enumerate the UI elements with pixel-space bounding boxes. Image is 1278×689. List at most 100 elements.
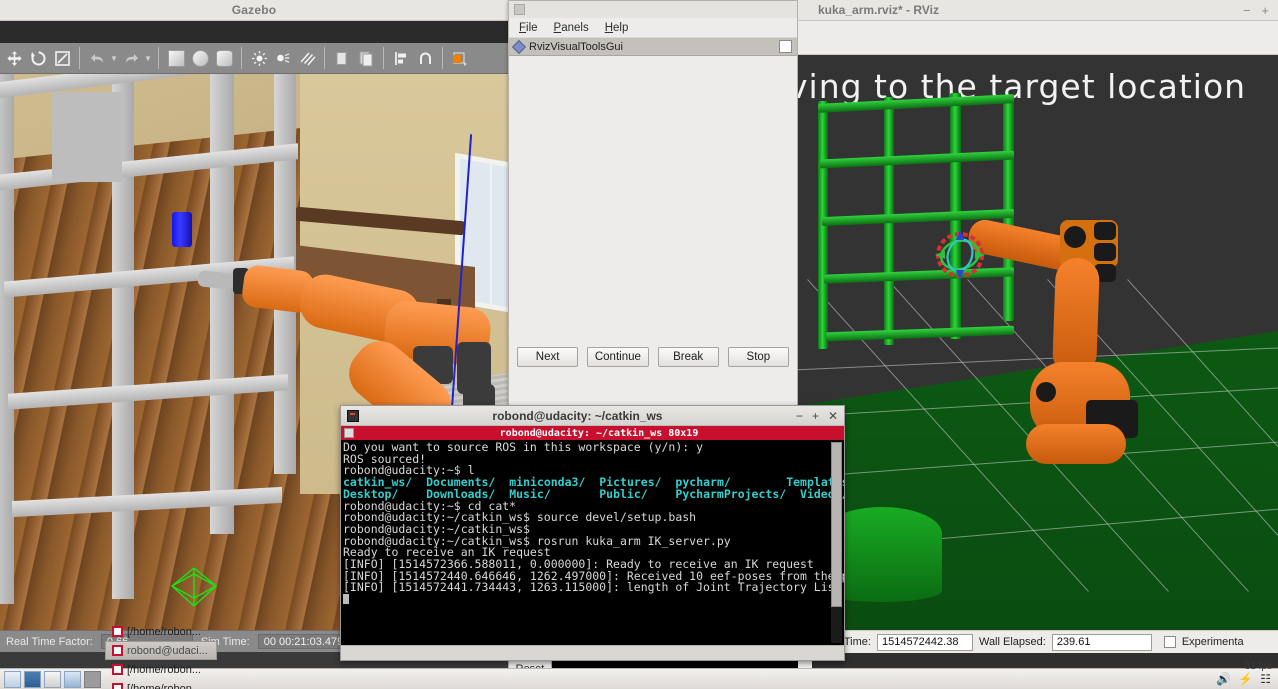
rviz-status-bar: all Time: 1514572442.38 Wall Elapsed: 23… — [798, 630, 1278, 653]
gazebo-title: Gazebo — [231, 3, 277, 17]
interactive-marker-6dof[interactable] — [935, 230, 985, 280]
window-list-icon[interactable] — [44, 670, 61, 688]
window-icon — [514, 4, 525, 15]
panel-name-label: RvizVisualToolsGui — [529, 40, 623, 53]
spot-light-icon[interactable] — [271, 46, 295, 70]
toolbar-separator — [241, 47, 242, 69]
rviz-minimize-button[interactable]: − — [1243, 3, 1251, 18]
taskbar-item[interactable]: [/home/robon... — [105, 622, 217, 641]
rviz-window: kuka_arm.rviz* - RViz − + ving to the ta… — [798, 0, 1278, 668]
taskbar-item[interactable]: [/home/robon... — [105, 660, 217, 679]
scale-icon[interactable] — [50, 46, 74, 70]
origin-axis-marker — [168, 566, 220, 608]
rotate-icon[interactable] — [26, 46, 50, 70]
terminal-scrollbar-thumb[interactable] — [831, 442, 842, 607]
power-icon[interactable]: ⚡ — [1238, 672, 1253, 686]
terminal-icon — [112, 683, 123, 689]
fps-counter: 31 fps — [1244, 661, 1272, 672]
terminal-close-button[interactable]: ✕ — [828, 409, 838, 423]
toolbar-separator — [324, 47, 325, 69]
continue-button[interactable]: Continue — [587, 347, 649, 367]
rviz-kuka-robot-arm[interactable] — [965, 210, 1198, 490]
panel-diamond-icon — [511, 39, 527, 54]
terminal-cursor — [343, 594, 349, 605]
next-button[interactable]: Next — [517, 347, 579, 367]
terminal-icon — [347, 409, 359, 422]
real-time-factor-label: Real Time Factor: — [6, 635, 93, 648]
stop-button[interactable]: Stop — [727, 347, 789, 367]
rviz-toolbar[interactable] — [798, 21, 1278, 55]
taskbar-item-label: [/home/robon... — [127, 625, 201, 638]
sphere-icon[interactable] — [188, 46, 212, 70]
terminal-tab-label[interactable]: robond@udacity: ~/catkin_ws 80x19 — [354, 428, 844, 439]
taskbar-item-label: robond@udaci... — [127, 644, 208, 657]
desktop: Gazebo ▼ ▼ Real Time Factor: Sim Time: 0… — [0, 0, 1278, 689]
terminal-line: [INFO] [1514572441.734443, 1263.115000]:… — [343, 580, 844, 595]
undo-icon[interactable] — [85, 46, 109, 70]
experimental-checkbox[interactable] — [1163, 636, 1176, 648]
spacer-icon — [84, 670, 101, 688]
terminal-minimize-button[interactable]: − — [796, 409, 803, 423]
rviz-title: kuka_arm.rviz* - RViz — [818, 3, 939, 17]
wall-time-value[interactable]: 1514572442.38 — [876, 633, 973, 651]
gazebo-menubar[interactable] — [0, 21, 508, 43]
gazebo-toolbar[interactable]: ▼ ▼ — [0, 43, 508, 74]
terminal-icon — [112, 626, 123, 637]
blue-cylinder-target[interactable] — [172, 212, 192, 247]
gazebo-titlebar: Gazebo — [0, 0, 508, 21]
rviz-window-buttons[interactable]: − + — [1243, 3, 1278, 18]
menu-panels[interactable]: Panels — [554, 22, 589, 34]
panel-close-checkbox[interactable] — [779, 40, 792, 53]
redo-dropdown-icon[interactable]: ▼ — [143, 54, 153, 63]
terminal-tab-icon — [344, 428, 354, 438]
toolbar-separator — [158, 47, 159, 69]
terminal-cursor-line — [343, 594, 844, 607]
rviz-gui-menubar[interactable]: FFileile Panels Help — [509, 18, 797, 38]
rviz-gui-button-row: Next Continue Break Stop — [509, 339, 797, 375]
toolbar-separator — [442, 47, 443, 69]
volume-icon[interactable]: 🔊 — [1216, 672, 1231, 686]
workspace-switcher-icon[interactable] — [24, 670, 41, 688]
taskbar-launchers[interactable] — [0, 670, 105, 688]
taskbar-tray[interactable]: 31 fps 🔊 ⚡ ☷ — [1216, 661, 1278, 686]
terminal-output[interactable]: Do you want to source ROS in this worksp… — [341, 440, 844, 645]
break-button[interactable]: Break — [657, 347, 719, 367]
translate-icon[interactable] — [2, 46, 26, 70]
taskbar-item-label: [/home/robon... — [127, 682, 201, 689]
align-icon[interactable] — [389, 46, 413, 70]
cylinder-icon[interactable] — [212, 46, 236, 70]
undo-dropdown-icon[interactable]: ▼ — [109, 54, 119, 63]
terminal-window[interactable]: robond@udacity: ~/catkin_ws − + ✕ robond… — [340, 405, 845, 661]
view-angle-icon[interactable] — [448, 46, 472, 70]
taskbar[interactable]: [/home/robon... robond@udaci... [/home/rob… — [0, 626, 1278, 689]
menu-help[interactable]: Help — [605, 22, 629, 34]
terminal-tab-bar[interactable]: robond@udacity: ~/catkin_ws 80x19 — [341, 426, 844, 440]
terminal-maximize-button[interactable]: + — [812, 409, 819, 423]
terminal-lines: Do you want to source ROS in this worksp… — [343, 441, 844, 595]
menu-file[interactable]: FFileile — [519, 22, 538, 34]
redo-icon[interactable] — [119, 46, 143, 70]
rviz-visual-tools-gui-window[interactable]: FFileile Panels Help RvizVisualToolsGui … — [508, 0, 798, 406]
wall-elapsed-value[interactable]: 239.61 — [1051, 633, 1152, 651]
taskbar-item[interactable]: robond@udaci... — [105, 641, 217, 660]
terminal-titlebar: robond@udacity: ~/catkin_ws − + ✕ — [341, 406, 844, 426]
directional-light-icon[interactable] — [295, 46, 319, 70]
toolbar-separator — [79, 47, 80, 69]
show-desktop-icon[interactable] — [4, 670, 21, 688]
wall-elapsed-label: Wall Elapsed: — [978, 636, 1046, 648]
rviz-gui-titlebar — [509, 1, 797, 18]
box-icon[interactable] — [164, 46, 188, 70]
window-tile-icon[interactable] — [64, 670, 81, 688]
taskbar-window-list[interactable]: [/home/robon... robond@udaci... [/home/rob… — [105, 622, 217, 689]
point-light-icon[interactable] — [247, 46, 271, 70]
copy-icon[interactable] — [330, 46, 354, 70]
terminal-window-buttons[interactable]: − + ✕ — [796, 409, 838, 423]
rviz-maximize-button[interactable]: + — [1261, 3, 1269, 18]
rviz-3d-viewport[interactable]: ving to the target location — [798, 55, 1278, 630]
terminal-scrollbar[interactable] — [831, 442, 842, 643]
snap-icon[interactable] — [413, 46, 437, 70]
paste-icon[interactable] — [354, 46, 378, 70]
network-icon[interactable]: ☷ — [1260, 672, 1271, 686]
taskbar-item[interactable]: [/home/robon... — [105, 679, 217, 689]
rviz-visual-tools-gui-header[interactable]: RvizVisualToolsGui — [509, 38, 797, 56]
